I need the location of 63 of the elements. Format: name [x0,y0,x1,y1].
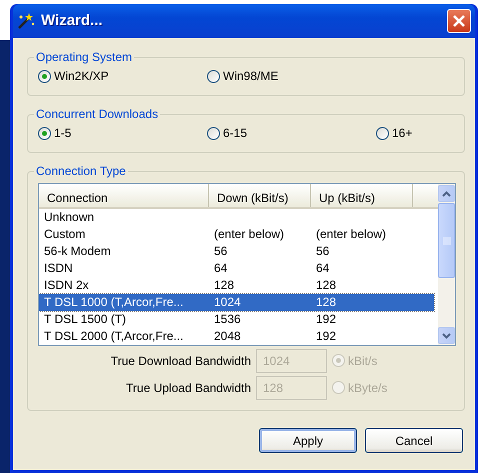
list-cell: 64 [214,261,228,275]
list-cell: 192 [316,312,336,326]
option-label: Win98/ME [223,68,278,85]
dialog-button[interactable]: Cancel [365,428,463,453]
column-header[interactable]: Connection [39,184,209,207]
list-cell: 56-k Modem [44,244,111,258]
option-label: kBit/s [348,352,378,370]
list-cell: (enter below) [316,227,386,241]
scrollbar[interactable] [438,184,455,345]
radio-button[interactable] [38,70,51,82]
radio-button[interactable] [38,126,51,140]
list-cell: 128 [316,295,336,309]
list-cell: T DSL 2000 (T,Arcor,Fre... [44,329,184,343]
window-title: Wizard... [41,10,103,31]
group-title: Concurrent Downloads [35,107,160,121]
list-cell: (enter below) [214,227,284,241]
list-cell: ISDN 2x [44,278,89,292]
list-row[interactable]: Custom (enter below) (enter below) [39,226,434,243]
column-header[interactable]: Up (kBit/s) [311,184,413,207]
chevron-down-icon [442,332,451,338]
close-icon [452,14,466,28]
list-cell: 1536 [214,312,241,326]
list-row[interactable]: Unknown [39,209,434,226]
list-cell: 1024 [214,295,241,309]
scrollbar-thumb[interactable] [438,203,455,278]
list-cell: 56 [214,244,228,258]
scroll-up-button[interactable] [438,185,455,202]
chevron-up-icon [442,190,451,196]
list-cell: 64 [316,261,330,275]
list-cell: 128 [316,278,336,292]
list-cell: 192 [316,329,336,343]
radio-button[interactable] [376,126,389,140]
group-title: Connection Type [35,164,127,178]
list-cell: ISDN [44,261,73,275]
dialog-button[interactable]: Apply [259,428,357,453]
radio-button[interactable] [207,70,220,82]
list-cell: 2048 [214,329,241,343]
option-label: 1-5 [54,125,72,142]
field-label: True Download Bandwidth [110,352,251,370]
list-cell: T DSL 1000 (T,Arcor,Fre... [44,295,184,309]
column-header[interactable]: Down (kBit/s) [209,184,311,207]
option-label: 16+ [392,125,412,142]
list-cell: 56 [316,244,330,258]
scroll-down-button[interactable] [438,327,455,344]
list-cell: T DSL 1500 (T) [44,312,126,326]
option-label: 6-15 [223,125,248,142]
list-row[interactable]: ISDN 64 64 [39,260,434,277]
option-label: Win2K/XP [54,68,109,85]
group-title: Operating System [35,50,134,64]
option-label: kByte/s [348,380,388,396]
list-row[interactable]: 56-k Modem 56 56 [39,243,434,260]
selected-row[interactable]: T DSL 1000 (T,Arcor,Fre... 1024 128 [39,294,434,311]
close-button[interactable] [447,9,471,33]
list-row[interactable]: ISDN 2x 128 128 [39,277,434,294]
list-cell: Unknown [44,210,94,224]
wand-icon [17,12,35,30]
list-cell: Custom [44,227,86,241]
grip-icon [442,236,450,244]
field-label: True Upload Bandwidth [125,380,251,396]
list-row[interactable]: T DSL 1500 (T) 1536 192 [39,311,434,328]
list-cell: 128 [214,278,234,292]
list-row[interactable]: T DSL 2000 (T,Arcor,Fre... 2048 192 [39,328,434,345]
radio-button[interactable] [207,126,220,140]
